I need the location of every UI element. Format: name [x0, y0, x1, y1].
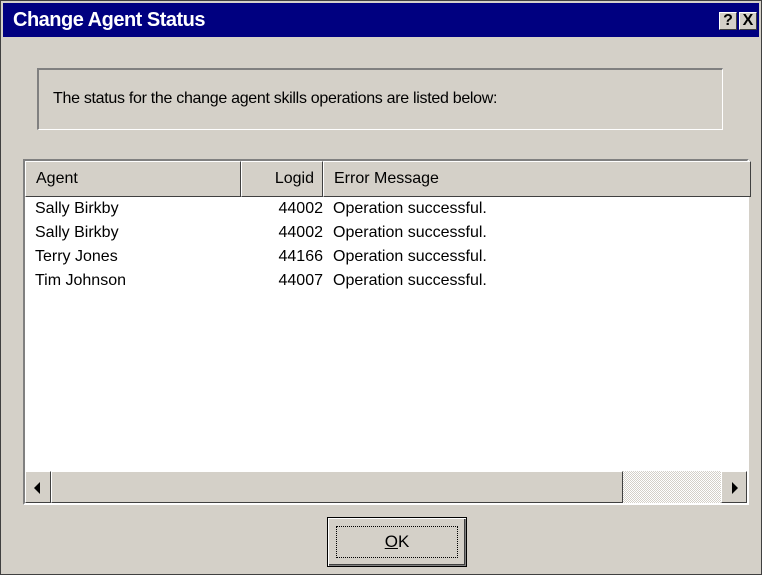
table-row[interactable]: Sally Birkby 44002 Operation successful.	[25, 197, 747, 221]
cell-error-message: Operation successful.	[333, 224, 487, 241]
cell-agent: Sally Birkby	[35, 200, 119, 217]
cell-agent: Terry Jones	[35, 248, 118, 265]
ok-mnemonic: O	[384, 532, 398, 551]
cell-error-message: Operation successful.	[333, 248, 487, 265]
table-row[interactable]: Terry Jones 44166 Operation successful.	[25, 245, 747, 269]
help-button[interactable]: ?	[719, 12, 737, 30]
cell-agent: Tim Johnson	[35, 272, 126, 289]
cell-logid: 44166	[278, 248, 324, 265]
list-header: Agent Logid Error Message	[25, 161, 751, 197]
close-icon: X	[742, 12, 754, 29]
column-header-agent[interactable]: Agent	[25, 161, 241, 197]
arrow-left-icon	[34, 482, 40, 494]
status-message: The status for the change agent skills o…	[53, 90, 498, 107]
change-agent-status-dialog: Change Agent Status ? X The status for t…	[0, 0, 762, 575]
help-icon: ?	[723, 12, 733, 29]
message-group-box: The status for the change agent skills o…	[37, 68, 723, 130]
close-button[interactable]: X	[739, 12, 757, 30]
list-rows: Sally Birkby 44002 Operation successful.…	[25, 197, 747, 293]
table-row[interactable]: Tim Johnson 44007 Operation successful.	[25, 269, 747, 293]
horizontal-scrollbar[interactable]	[25, 471, 747, 503]
scroll-right-button[interactable]	[721, 471, 747, 503]
ok-button-label: OK	[328, 532, 466, 552]
window-title: Change Agent Status	[13, 9, 206, 31]
column-header-error-message[interactable]: Error Message	[323, 161, 751, 197]
ok-button[interactable]: OK	[327, 517, 467, 567]
scroll-left-button[interactable]	[25, 471, 51, 503]
cell-logid: 44002	[278, 200, 324, 217]
scrollbar-track[interactable]	[623, 471, 721, 503]
cell-logid: 44007	[278, 272, 324, 289]
scrollbar-thumb[interactable]	[51, 471, 623, 503]
column-header-logid[interactable]: Logid	[241, 161, 323, 197]
cell-error-message: Operation successful.	[333, 200, 487, 217]
title-bar[interactable]: Change Agent Status ? X	[3, 3, 759, 37]
cell-error-message: Operation successful.	[333, 272, 487, 289]
agent-status-list[interactable]: Agent Logid Error Message Sally Birkby 4…	[23, 159, 751, 505]
arrow-right-icon	[732, 482, 738, 494]
cell-agent: Sally Birkby	[35, 224, 119, 241]
ok-label-rest: K	[397, 532, 410, 551]
table-row[interactable]: Sally Birkby 44002 Operation successful.	[25, 221, 747, 245]
cell-logid: 44002	[278, 224, 324, 241]
